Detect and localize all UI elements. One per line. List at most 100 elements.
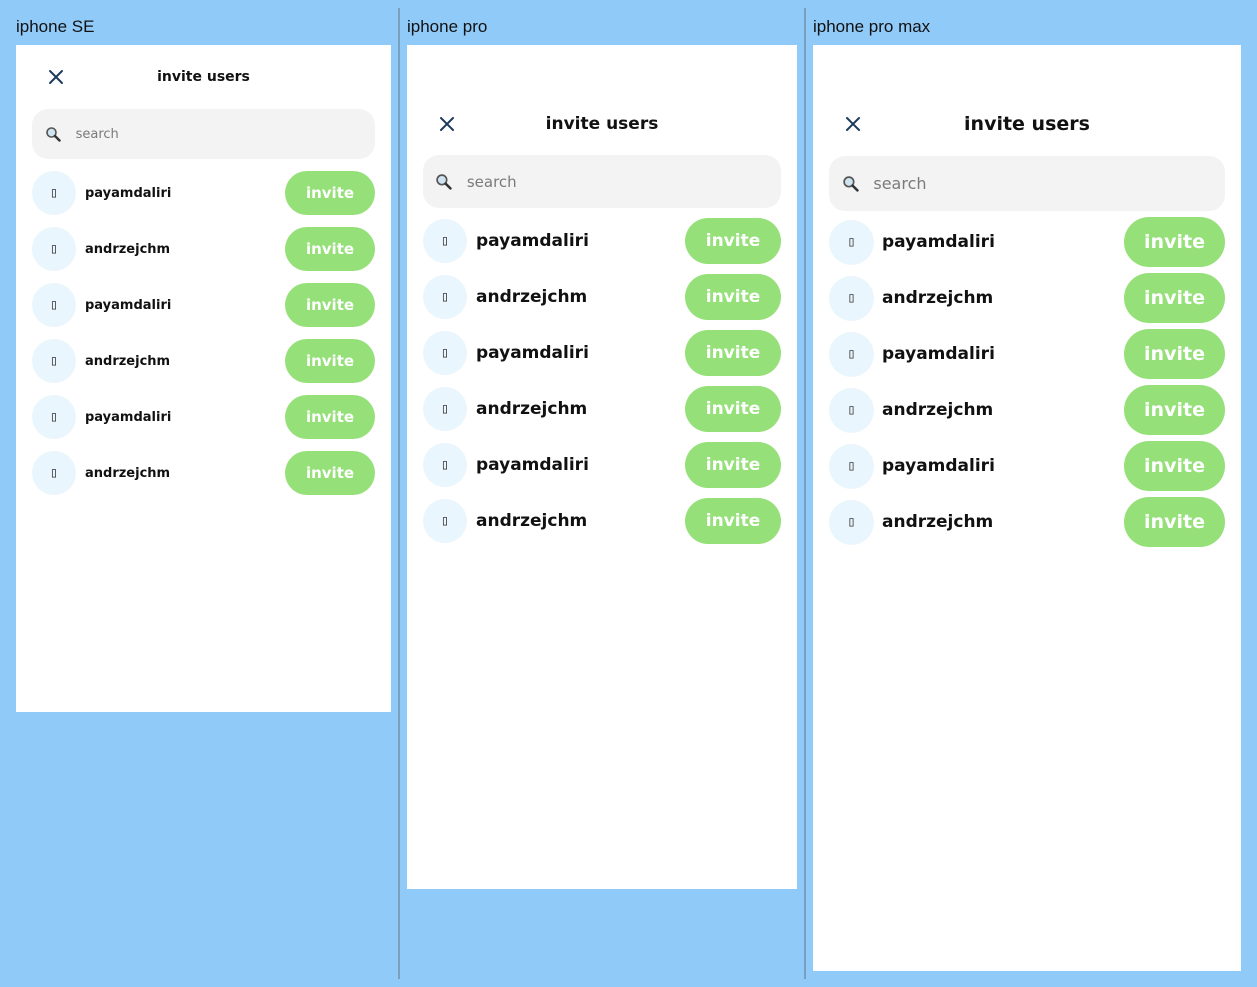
avatar: ▯	[829, 443, 874, 489]
search-icon	[829, 175, 871, 192]
list-item: ▯ andrzejchm invite	[32, 333, 375, 389]
username: andrzejchm	[85, 241, 171, 257]
invite-button[interactable]: invite	[685, 442, 781, 488]
close-icon	[846, 117, 860, 131]
username: andrzejchm	[882, 512, 994, 532]
list-item: ▯ payamdaliri invite	[829, 438, 1225, 494]
close-button[interactable]	[44, 65, 68, 89]
list-item: ▯ payamdaliri invite	[32, 277, 375, 333]
avatar: ▯	[423, 275, 467, 319]
list-item: ▯ payamdaliri invite	[829, 214, 1225, 270]
username: andrzejchm	[476, 287, 588, 307]
close-button[interactable]	[435, 112, 459, 136]
avatar: ▯	[829, 331, 874, 377]
close-icon	[49, 70, 63, 84]
list-item: ▯ payamdaliri invite	[32, 389, 375, 445]
avatar: ▯	[829, 387, 874, 433]
user-list: ▯ payamdaliri invite ▯ andrzejchm invite ▯ paya…	[423, 213, 781, 549]
list-item: ▯ andrzejchm invite	[423, 493, 781, 549]
close-icon	[440, 117, 454, 131]
avatar: ▯	[32, 283, 76, 327]
invite-button[interactable]: invite	[285, 451, 375, 495]
list-item: ▯ andrzejchm invite	[423, 269, 781, 325]
username: andrzejchm	[882, 400, 994, 420]
username: payamdaliri	[85, 409, 172, 425]
list-item: ▯ andrzejchm invite	[32, 445, 375, 501]
list-item: ▯ andrzejchm invite	[32, 221, 375, 277]
search-icon	[423, 173, 465, 190]
list-item: ▯ payamdaliri invite	[32, 165, 375, 221]
frame-divider	[804, 8, 806, 979]
avatar: ▯	[829, 219, 874, 265]
user-list: ▯ payamdaliri invite ▯ andrzejchm invite ▯ paya…	[829, 214, 1225, 550]
invite-button[interactable]: invite	[285, 395, 375, 439]
username: payamdaliri	[882, 232, 995, 252]
username: payamdaliri	[882, 456, 995, 476]
list-item: ▯ payamdaliri invite	[423, 325, 781, 381]
username: payamdaliri	[476, 455, 589, 475]
header: invite users	[16, 65, 391, 89]
invite-button[interactable]: invite	[685, 386, 781, 432]
username: andrzejchm	[85, 353, 171, 369]
invite-button[interactable]: invite	[1124, 441, 1225, 491]
page-title: invite users	[157, 69, 250, 85]
page-title: invite users	[964, 113, 1090, 135]
username: andrzejchm	[882, 288, 994, 308]
avatar: ▯	[423, 331, 467, 375]
invite-button[interactable]: invite	[285, 339, 375, 383]
frame-label-iphone-pro: iphone pro	[407, 17, 488, 36]
user-list: ▯ payamdaliri invite ▯ andrzejchm invite ▯ paya…	[32, 165, 375, 501]
username: payamdaliri	[476, 231, 589, 251]
search-input[interactable]	[871, 173, 1225, 194]
list-item: ▯ andrzejchm invite	[423, 381, 781, 437]
username: payamdaliri	[882, 344, 995, 364]
avatar: ▯	[423, 387, 467, 431]
search-bar[interactable]	[423, 155, 781, 208]
search-input[interactable]	[73, 125, 375, 143]
invite-button[interactable]: invite	[685, 218, 781, 264]
invite-button[interactable]: invite	[685, 498, 781, 544]
avatar: ▯	[32, 339, 76, 383]
username: andrzejchm	[476, 511, 588, 531]
invite-button[interactable]: invite	[1124, 273, 1225, 323]
username: andrzejchm	[476, 399, 588, 419]
phone-screen-iphone-pro-max: invite users ▯ payamdaliri invite ▯ andrzejc…	[813, 45, 1241, 971]
frame-label-iphone-se: iphone SE	[16, 17, 95, 36]
invite-button[interactable]: invite	[685, 330, 781, 376]
list-item: ▯ payamdaliri invite	[423, 213, 781, 269]
avatar: ▯	[829, 275, 874, 321]
header: invite users	[407, 111, 797, 137]
list-item: ▯ payamdaliri invite	[423, 437, 781, 493]
search-bar[interactable]	[32, 109, 375, 159]
avatar: ▯	[32, 395, 76, 439]
avatar: ▯	[32, 451, 76, 495]
search-icon	[32, 126, 74, 142]
page-title: invite users	[545, 114, 659, 134]
avatar: ▯	[32, 171, 76, 215]
avatar: ▯	[423, 443, 467, 487]
invite-button[interactable]: invite	[285, 227, 375, 271]
header: invite users	[813, 111, 1241, 137]
invite-button[interactable]: invite	[685, 274, 781, 320]
avatar: ▯	[829, 499, 874, 545]
phone-screen-iphone-se: invite users ▯ payamdaliri invite ▯ andrzejc…	[16, 45, 391, 712]
username: andrzejchm	[85, 465, 171, 481]
close-button[interactable]	[841, 112, 865, 136]
list-item: ▯ payamdaliri invite	[829, 326, 1225, 382]
invite-button[interactable]: invite	[1124, 217, 1225, 267]
username: payamdaliri	[85, 297, 172, 313]
invite-button[interactable]: invite	[1124, 497, 1225, 547]
frame-divider	[398, 8, 400, 979]
username: payamdaliri	[476, 343, 589, 363]
invite-button[interactable]: invite	[285, 171, 375, 215]
invite-button[interactable]: invite	[285, 283, 375, 327]
avatar: ▯	[423, 499, 467, 543]
avatar: ▯	[423, 219, 467, 263]
search-input[interactable]	[464, 171, 781, 192]
list-item: ▯ andrzejchm invite	[829, 270, 1225, 326]
username: payamdaliri	[85, 185, 172, 201]
search-bar[interactable]	[829, 156, 1225, 211]
invite-button[interactable]: invite	[1124, 329, 1225, 379]
list-item: ▯ andrzejchm invite	[829, 382, 1225, 438]
invite-button[interactable]: invite	[1124, 385, 1225, 435]
